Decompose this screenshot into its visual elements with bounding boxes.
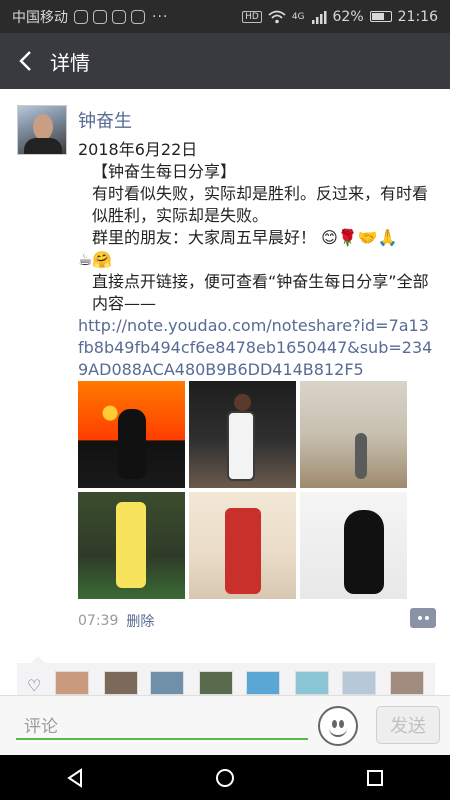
post-link[interactable]: http://note.youdao.com/noteshare?id=7a13… [78,315,433,381]
like-avatar[interactable] [55,671,89,695]
battery-percent: 62% [332,8,364,25]
photo-thumbnail[interactable] [78,381,185,488]
carrier-label: 中国移动 [12,9,68,26]
photo-thumbnail[interactable] [300,492,407,599]
like-avatar[interactable] [390,671,424,695]
like-avatar[interactable] [199,671,233,695]
back-button[interactable] [0,33,50,89]
app-icon [131,9,145,24]
status-bar: 中国移动 ··· HD 4G 62% 21:16 [0,0,450,33]
emoji-row: ☕🤗 [78,250,113,269]
username[interactable]: 钟奋生 [78,107,132,133]
signal-icon [311,10,327,24]
photo-subject [227,411,255,481]
app-icon [112,9,126,24]
post-greeting: 群里的朋友：大家周五早晨好！ 😊🌹🤝🙏 [78,227,433,249]
like-avatar[interactable] [246,671,280,695]
status-right: HD 4G 62% 21:16 [242,9,438,25]
avatar-body [24,138,62,154]
greeting-text: 群里的朋友：大家周五早晨好！ [92,228,317,247]
post-paragraph: 直接点开链接，便可查看“钟奋生每日分享”全部内容—— [92,272,429,313]
photo-subject [116,502,146,588]
photo-subject [225,508,261,594]
photo-subject [118,409,146,479]
photo-subject [355,433,367,479]
more-dots-icon: ··· [152,8,169,25]
post-time: 07:39 [78,613,119,629]
emoji-row: 😊🌹🤝🙏 [321,228,398,247]
emoji-row-2: ☕🤗 [78,249,433,271]
post-text: 2018年6月22日 【钟奋生每日分享】 有时看似失败，实际却是胜利。反过来，有… [78,139,433,381]
avatar[interactable] [17,105,67,155]
like-avatar[interactable] [295,671,329,695]
like-avatar[interactable] [150,671,184,695]
photo-grid [78,381,408,599]
post-meta: 07:39 删除 [78,611,154,631]
comment-bar: 评论 发送 [0,695,450,755]
signal-label: 4G [291,11,305,22]
chevron-left-icon [19,51,31,71]
like-avatar[interactable] [104,671,138,695]
title-bar: 详情 [0,33,450,89]
app-icon [74,9,88,24]
recent-square-icon[interactable] [364,767,386,789]
post-date: 2018年6月22日 [78,140,198,159]
photo-thumbnail[interactable] [78,492,185,599]
app-icon [93,9,107,24]
photo-thumbnail[interactable] [300,381,407,488]
comment-input[interactable]: 评论 [16,706,308,740]
home-circle-icon[interactable] [214,767,236,789]
photo-thumbnail[interactable] [189,381,296,488]
back-triangle-icon[interactable] [64,767,86,789]
hd-badge: HD [242,10,262,23]
avatar-face [33,114,53,140]
photo-subject [344,510,384,594]
likes-pointer [31,656,45,663]
post-paragraph: 有时看似失败，实际却是胜利。反过来，有时看似胜利，实际却是失败。 [92,184,429,225]
send-button[interactable]: 发送 [376,706,440,744]
likes-panel: ♡ [17,656,435,695]
clock: 21:16 [397,8,438,25]
post-heading: 【钟奋生每日分享】 [92,162,237,181]
page-title: 详情 [50,50,90,75]
smiley-icon[interactable] [318,706,358,746]
comment-icon[interactable] [410,608,436,628]
android-nav-bar [0,755,450,800]
photo-thumbnail[interactable] [189,492,296,599]
wifi-icon [268,10,286,23]
like-avatar[interactable] [342,671,376,695]
moment-detail: 钟奋生 2018年6月22日 【钟奋生每日分享】 有时看似失败，实际却是胜利。反… [0,89,450,695]
delete-button[interactable]: 删除 [126,611,154,631]
battery-icon [369,11,392,22]
heart-icon: ♡ [27,676,42,695]
